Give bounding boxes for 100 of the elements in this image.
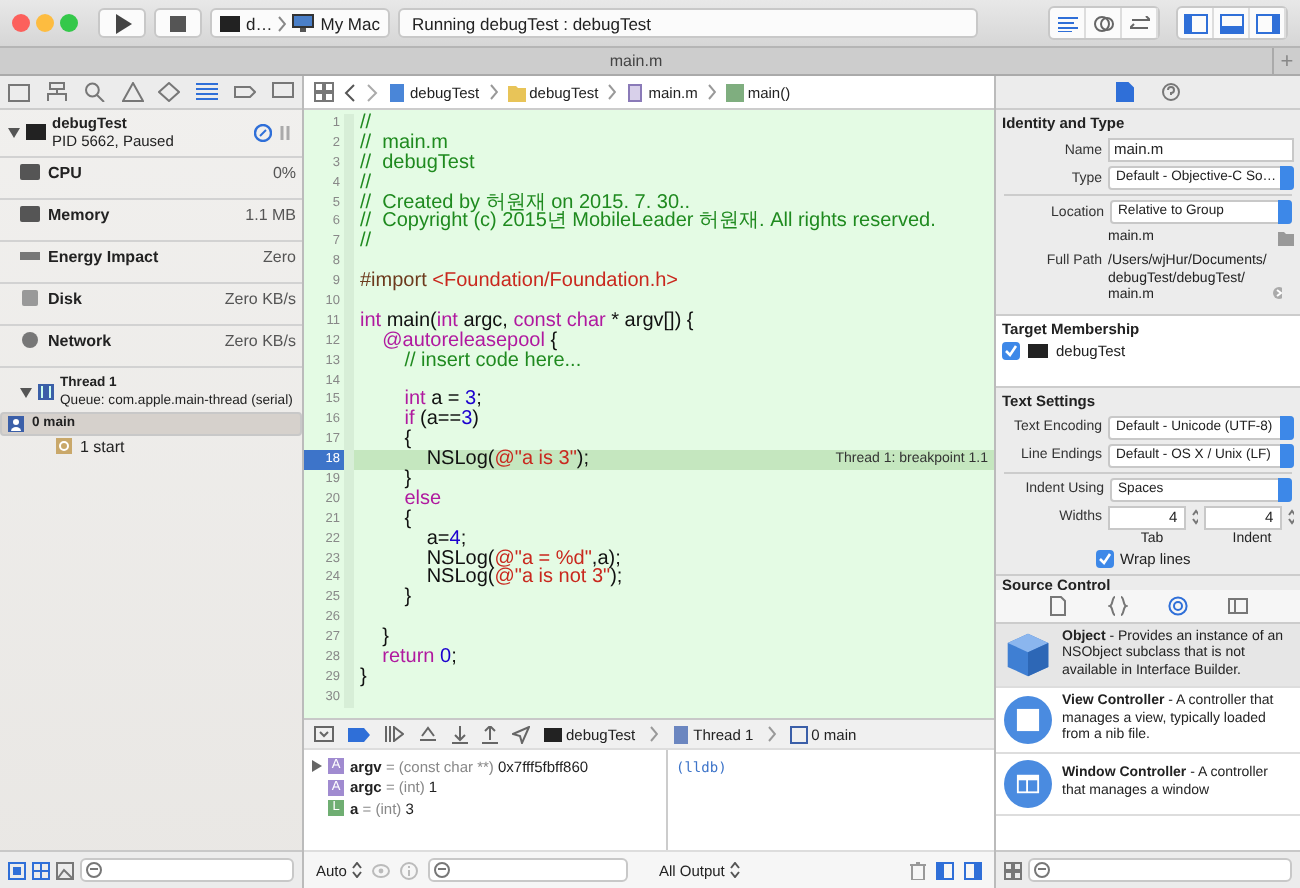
filter-field[interactable] [80,858,294,882]
file-tab[interactable]: main.m [0,48,1272,74]
media-icon [1228,595,1248,615]
filter-icon [86,862,102,878]
hierarchy-navigator-tab[interactable] [41,78,72,106]
step-out-icon[interactable] [482,725,498,743]
image-icon[interactable] [56,861,74,879]
filter-field[interactable] [1028,858,1292,882]
gauge-value: 1.1 MB [245,206,296,224]
gauge-label: Energy Impact [48,248,161,266]
scheme-selector[interactable]: d… My Mac [210,8,390,38]
gauge-value: Zero KB/s [224,332,296,350]
circles-icon [1093,13,1113,33]
terminal-icon [220,15,240,31]
checkbox[interactable] [1002,341,1020,359]
cpu-icon [20,164,40,180]
stop-button[interactable] [154,8,202,38]
frame-icon [789,725,808,743]
panel-icon [1219,13,1243,33]
disclosure-triangle-icon[interactable] [8,127,20,137]
stepper-icon[interactable] [1191,508,1198,526]
help-icon [1162,82,1180,102]
panel-icon [1183,13,1207,33]
frame-view-icon[interactable] [8,861,26,879]
folder-icon[interactable] [1278,232,1294,246]
play-icon [113,13,131,33]
gauge-icon[interactable] [254,123,272,141]
terminal-icon [544,725,562,743]
person-icon [8,416,24,432]
continue-icon[interactable] [384,726,404,742]
test-navigator-tab[interactable] [154,78,185,106]
disclosure-triangle-icon[interactable] [20,387,32,397]
window-control-icon[interactable] [12,14,30,32]
gauge-row[interactable]: Network Zero KB/s [0,326,302,368]
back-icon[interactable] [344,83,356,101]
trash-icon[interactable] [910,861,926,879]
issue-navigator-tab[interactable] [117,78,148,106]
filter-icon [1034,862,1050,878]
debug-area-toggle[interactable] [1214,8,1250,38]
file-icon [626,83,645,101]
variables-view-toggle-icon[interactable] [936,861,954,879]
location-arrow-icon[interactable] [512,725,530,743]
breakpoint-icon [234,82,257,102]
forward-icon[interactable] [366,83,378,101]
window-icon [1004,759,1052,807]
energy-icon [20,248,40,264]
thread-icon [38,384,54,400]
gauge-value: Zero KB/s [224,290,296,308]
arrows-icon [1129,15,1149,31]
search-navigator-tab[interactable] [79,78,110,106]
panel-icon [1255,13,1279,33]
stepper-icon[interactable] [1287,508,1294,526]
gauge-row[interactable]: Memory 1.1 MB [0,200,302,242]
code-library-tab[interactable] [1104,591,1132,619]
grid-icon[interactable] [314,82,334,102]
utilities-toggle[interactable] [1250,8,1286,38]
braces-icon [1108,595,1128,615]
monitor-icon [292,14,315,32]
project-icon [388,83,406,101]
stack-frame[interactable]: 1 start [0,436,302,456]
filter-field[interactable] [428,858,629,882]
folder-navigator-tab[interactable] [3,78,34,106]
memory-icon [20,206,40,222]
file-inspector-tab[interactable] [1112,78,1138,106]
step-into-icon[interactable] [452,725,468,743]
chevron-icon [649,726,658,742]
object-library-tab[interactable] [1164,591,1192,619]
arrow-circle-icon[interactable] [1272,286,1282,300]
hide-debug-area-icon[interactable] [314,726,334,742]
search-icon [83,82,106,102]
console-view-toggle-icon[interactable] [964,861,982,879]
filter-icon [434,862,451,878]
run-button[interactable] [98,8,146,38]
report-icon [272,82,295,102]
help-inspector-tab[interactable] [1158,78,1184,106]
terminal-icon [1028,343,1048,357]
updown-icon [730,862,741,878]
chevron-icon [278,15,287,31]
debug-navigator-tab[interactable] [192,78,223,106]
disclosure-triangle-icon[interactable] [312,760,322,773]
gear-icon [56,438,72,454]
gauge-row[interactable]: CPU 0% [0,158,302,200]
file-library-tab[interactable] [1044,591,1072,619]
function-icon [725,83,744,101]
updown-icon [352,862,363,878]
gauge-row[interactable]: Energy Impact Zero [0,242,302,284]
gauge-value: Zero [263,248,296,266]
step-over-icon[interactable] [418,726,438,742]
stop-icon [170,15,186,31]
gauge-row[interactable]: Disk Zero KB/s [0,284,302,326]
document-icon [1116,82,1134,102]
thread-icon [671,725,690,743]
breakpoint-icon[interactable] [348,727,370,741]
grid-icon[interactable] [1004,861,1022,879]
navigator-toggle[interactable] [1178,8,1214,38]
checkbox[interactable] [1096,549,1114,567]
gauge-value: 0% [272,164,296,182]
test-icon [158,82,181,102]
gauge-label: Network [48,332,114,350]
grid-icon[interactable] [32,861,50,879]
